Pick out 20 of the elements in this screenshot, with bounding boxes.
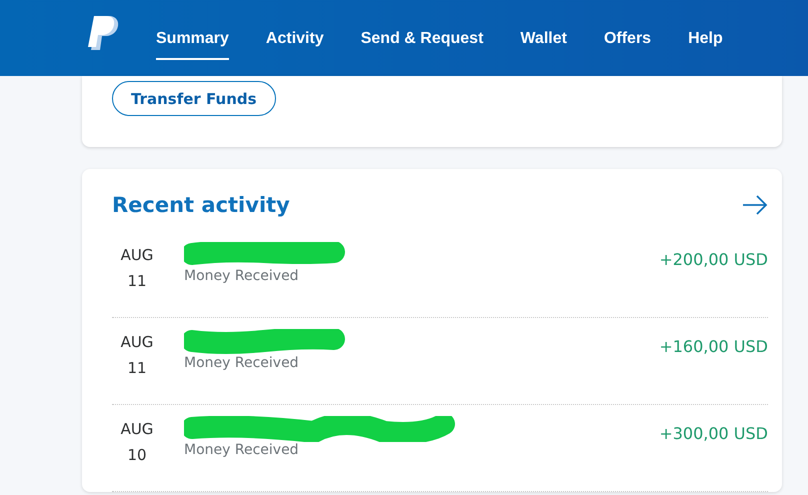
transaction-type: Money Received (184, 268, 300, 284)
date-day: 11 (127, 355, 147, 381)
transaction-amount: +200,00 USD (659, 250, 768, 269)
nav-tab[interactable]: Send & Request (360, 20, 484, 60)
date-month: AUG (120, 419, 154, 440)
transaction-type: Money Received (184, 355, 300, 371)
date-day: 10 (127, 442, 147, 468)
nav-tab[interactable]: Summary (156, 20, 229, 60)
date-day: 11 (127, 268, 147, 294)
nav-tab[interactable]: Wallet (520, 20, 567, 60)
transfer-funds-button[interactable]: Transfer Funds (112, 81, 276, 116)
transaction-amount: +300,00 USD (659, 424, 768, 443)
date-month: AUG (120, 332, 154, 353)
nav-tab[interactable]: Activity (266, 20, 324, 60)
section-title: Recent activity (112, 193, 290, 217)
date-month: AUG (120, 245, 154, 266)
nav-tab[interactable]: Help (688, 20, 723, 60)
nav-tab[interactable]: Offers (604, 20, 652, 60)
transaction-amount: +160,00 USD (659, 337, 768, 356)
transaction-type: Money Received (184, 442, 300, 458)
